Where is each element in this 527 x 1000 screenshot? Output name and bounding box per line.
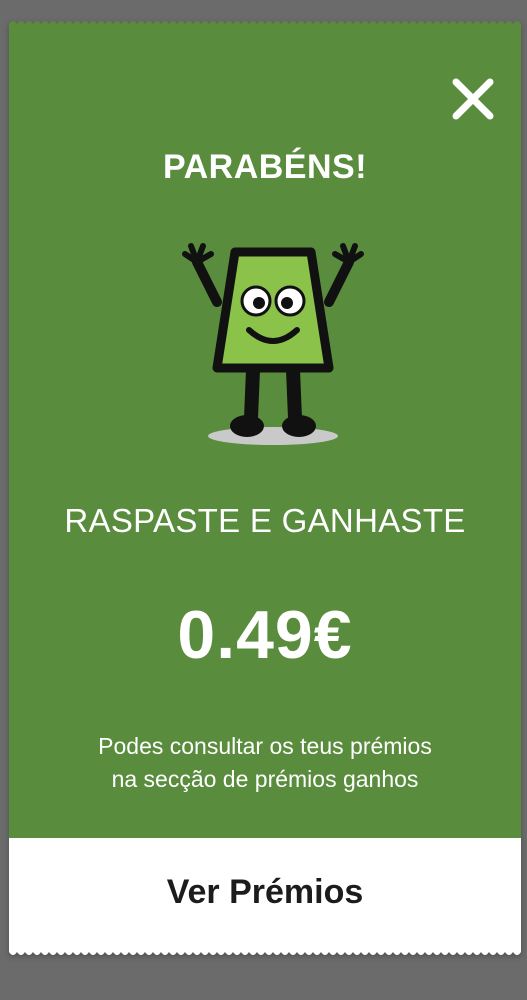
congrats-title: PARABÉNS! xyxy=(162,148,368,186)
prize-info-line-1: Podes consultar os teus prémios xyxy=(98,733,432,759)
close-button[interactable] xyxy=(448,74,498,124)
ticket-bottom-edge xyxy=(9,944,521,955)
prize-info-text: Podes consultar os teus prémios na secçã… xyxy=(9,730,521,796)
prize-subtitle: RASPASTE E GANHASTE xyxy=(64,502,466,539)
close-icon[interactable] xyxy=(448,74,498,124)
prize-ticket: PARABÉNS! RASPASTE E GANHASTE 0.49€ Pode… xyxy=(9,18,521,956)
mascot-icon xyxy=(182,243,364,445)
view-prizes-button[interactable]: Ver Prémios xyxy=(9,838,521,946)
prize-amount: 0.49€ xyxy=(177,597,353,673)
prize-info-line-2: na secção de prémios ganhos xyxy=(111,766,419,792)
